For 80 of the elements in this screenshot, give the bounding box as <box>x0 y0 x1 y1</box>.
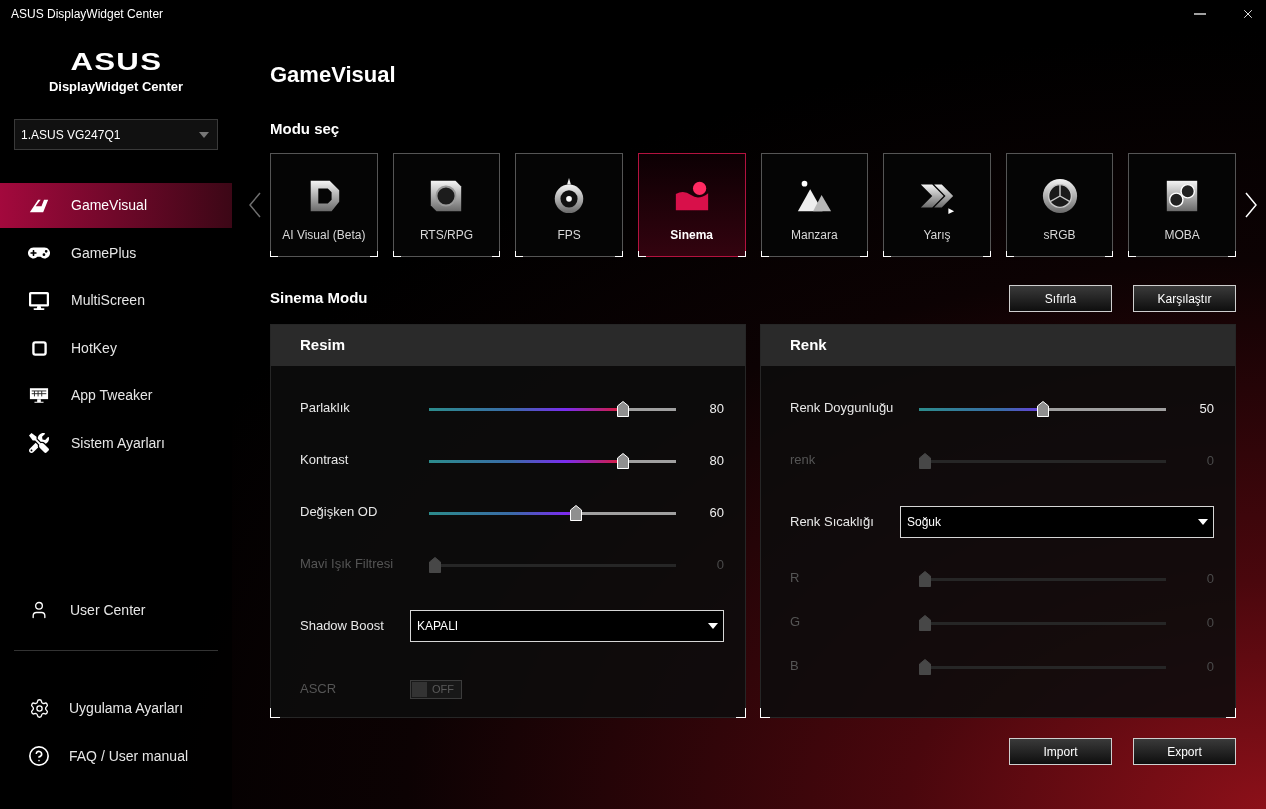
nav-item[interactable]: HotKey <box>0 325 232 371</box>
setting-value: 0 <box>1205 452 1214 471</box>
monitor-grid-icon <box>29 387 49 405</box>
caret-down-icon <box>708 623 718 629</box>
nav-item[interactable]: Sistem Ayarları <box>0 420 232 466</box>
square-icon <box>31 340 47 356</box>
setting-label: G <box>790 612 802 631</box>
toggle-knob <box>412 681 427 697</box>
setting-label: renk <box>790 450 817 469</box>
nav-item[interactable]: GamePlus <box>0 230 232 276</box>
setting-value: 0 <box>715 556 724 575</box>
caret-down-icon <box>1198 519 1208 525</box>
mode-card[interactable]: Manzara <box>760 153 869 257</box>
minimize-icon <box>1194 13 1206 15</box>
help-icon <box>28 745 50 767</box>
settings-icon <box>28 697 50 719</box>
monitor-dropdown[interactable]: 1.ASUS VG247Q1 <box>14 119 218 150</box>
user-center-item[interactable]: User Center <box>0 586 232 634</box>
setting-label: Renk Doygunluğu <box>790 398 895 417</box>
setting-label: Değişken OD <box>300 502 379 521</box>
setting-label: Parlaklık <box>300 398 351 417</box>
slider-track[interactable] <box>919 401 1166 417</box>
chevron-right-icon[interactable] <box>1245 192 1257 218</box>
action-button[interactable]: Import <box>1009 738 1112 765</box>
setting-value: 60 <box>708 504 724 523</box>
nav-item[interactable]: App Tweaker <box>0 373 232 419</box>
panel-title: Renk <box>790 335 827 356</box>
action-button[interactable]: Export <box>1133 738 1236 765</box>
section-heading: Sinema Modu <box>270 288 368 309</box>
dropdown[interactable]: Soğuk <box>900 506 1214 538</box>
action-button[interactable]: Karşılaştır <box>1133 285 1236 312</box>
setting-label: R <box>790 568 801 587</box>
setting-label: ASCR <box>300 680 338 699</box>
page-title: GameVisual <box>270 62 397 88</box>
setting-label: Kontrast <box>300 450 350 469</box>
slider-track[interactable] <box>919 453 1166 469</box>
logo-wordmark: ASUS <box>70 52 162 72</box>
section-heading: Modu seç <box>270 120 341 138</box>
tools-icon <box>29 433 49 454</box>
slider-track[interactable] <box>429 557 676 573</box>
footer-nav-item[interactable]: Uygulama Ayarları <box>0 684 232 732</box>
setting-value: 0 <box>1205 614 1214 633</box>
action-button[interactable]: Sıfırla <box>1009 285 1112 312</box>
setting-value: 80 <box>708 400 724 419</box>
setting-label: Renk Sıcaklığı <box>790 513 875 532</box>
mode-card[interactable]: MOBA <box>1128 153 1236 257</box>
setting-label: Shadow Boost <box>300 617 385 636</box>
footer-nav-item[interactable]: FAQ / User manual <box>0 732 232 780</box>
chevron-left-icon[interactable] <box>248 192 261 218</box>
nav-item[interactable]: GameVisual <box>0 183 232 228</box>
mode-card[interactable]: Yarış <box>883 153 991 257</box>
slider-track[interactable] <box>919 659 1166 675</box>
slider-track[interactable] <box>429 453 676 469</box>
slider-track[interactable] <box>429 505 676 521</box>
setting-value: 80 <box>708 452 724 471</box>
slider-rail <box>629 407 676 411</box>
setting-label: B <box>790 656 800 675</box>
close-icon <box>1241 7 1255 21</box>
slider-track[interactable] <box>919 615 1166 631</box>
mode-card[interactable]: RTS/RPG <box>392 153 501 257</box>
nav-item[interactable]: MultiScreen <box>0 278 232 324</box>
app-subtitle: DisplayWidget Center <box>48 79 184 95</box>
color-wheel-icon <box>1040 177 1079 215</box>
dropdown[interactable]: KAPALI <box>410 610 724 642</box>
setting-value: 0 <box>1205 658 1214 677</box>
mode-card[interactable]: sRGB <box>1005 153 1114 257</box>
window-title: ASUS DisplayWidget Center <box>11 6 164 23</box>
setting-value: 50 <box>1198 400 1214 419</box>
setting-value: 0 <box>1205 570 1214 589</box>
slider-rail <box>629 459 676 463</box>
panel-title: Resim <box>300 335 346 356</box>
setting-label: Mavi Işık Filtresi <box>300 554 395 573</box>
mode-card[interactable]: FPS <box>515 153 623 257</box>
slanted-emblem-icon <box>29 198 49 213</box>
monitor-icon <box>29 290 49 311</box>
mode-card[interactable]: Sinema <box>637 153 746 257</box>
slider-track[interactable] <box>919 571 1166 587</box>
caret-down-icon <box>199 131 209 138</box>
slider-track[interactable] <box>429 401 676 417</box>
mode-card[interactable]: AI Visual (Beta) <box>270 153 378 257</box>
